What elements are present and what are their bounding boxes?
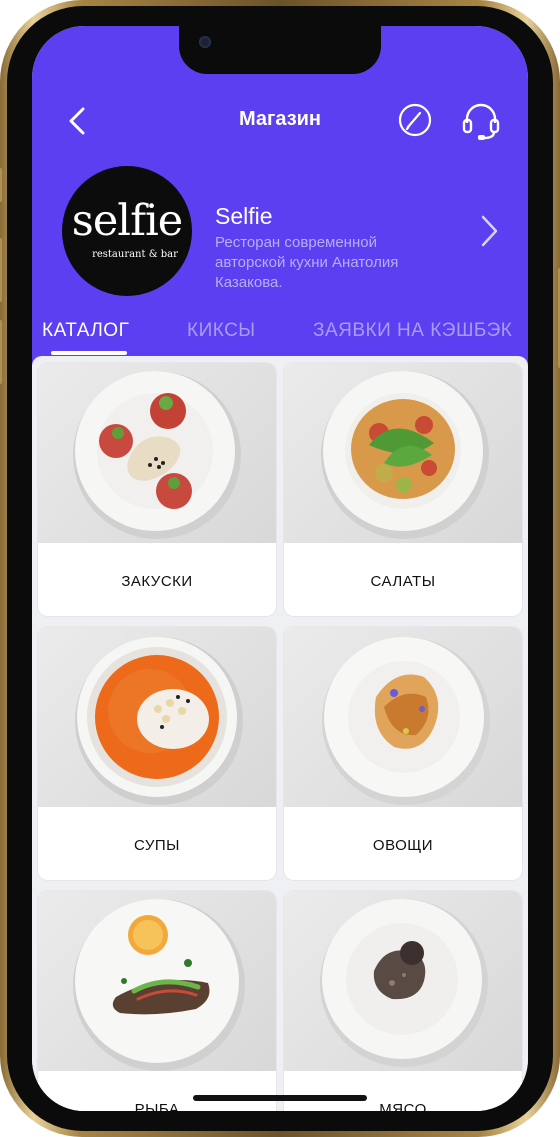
category-image — [38, 363, 276, 543]
shop-description: Ресторан современной авторской кухни Ана… — [215, 234, 399, 291]
volume-up-button — [0, 238, 2, 302]
category-image — [38, 627, 276, 807]
tab-kicks[interactable]: КИКСЫ — [187, 320, 256, 342]
shop-name: Selfie — [215, 203, 273, 229]
category-card-meat[interactable]: МЯСО — [284, 891, 522, 1111]
tab-catalog[interactable]: КАТАЛОГ — [42, 320, 129, 342]
screen: Магазин selfie restaurant & bar Selfie Р… — [32, 26, 528, 1111]
mute-switch — [0, 168, 2, 202]
chevron-right-icon — [481, 215, 498, 247]
shop-details-button[interactable] — [478, 213, 500, 249]
camera — [199, 36, 211, 48]
category-grid: ЗАКУСКИ САЛАТЫ СУПЫ ОВОЩИ РЫБА МЯСО — [32, 356, 528, 1111]
category-label: ОВОЩИ — [372, 837, 434, 854]
category-label: САЛАТЫ — [370, 573, 436, 590]
phone-frame: Магазин selfie restaurant & bar Selfie Р… — [0, 0, 560, 1137]
category-card-soups[interactable]: СУПЫ — [38, 627, 276, 880]
category-card-salads[interactable]: САЛАТЫ — [284, 363, 522, 616]
category-card-vegetables[interactable]: ОВОЩИ — [284, 627, 522, 880]
category-card-fish[interactable]: РЫБА — [38, 891, 276, 1111]
category-image — [284, 627, 522, 807]
tab-bar: КАТАЛОГ КИКСЫ ЗАЯВКИ НА КЭШБЭК — [32, 316, 528, 355]
home-indicator[interactable] — [193, 1095, 367, 1101]
pencil-circle-icon — [398, 103, 432, 137]
active-tab-indicator — [51, 351, 127, 355]
category-card-appetizers[interactable]: ЗАКУСКИ — [38, 363, 276, 616]
headset-icon — [462, 103, 500, 140]
edit-button[interactable] — [398, 103, 432, 137]
shop-logo: selfie restaurant & bar — [62, 166, 192, 296]
category-image — [284, 891, 522, 1071]
notch — [179, 26, 381, 74]
category-label: СУПЫ — [134, 837, 180, 854]
tab-cashback-requests[interactable]: ЗАЯВКИ НА КЭШБЭК — [313, 320, 512, 342]
page-title: Магазин — [238, 108, 322, 130]
shop-header: Магазин selfie restaurant & bar Selfie Р… — [32, 26, 528, 366]
category-image — [38, 891, 276, 1071]
category-image — [284, 363, 522, 543]
logo-subtitle: restaurant & bar — [92, 249, 178, 260]
logo-wordmark: selfie — [71, 196, 183, 246]
volume-down-button — [0, 320, 2, 384]
category-label: РЫБА — [134, 1101, 180, 1111]
support-button[interactable] — [460, 101, 502, 141]
category-label: ЗАКУСКИ — [121, 573, 193, 590]
category-label: МЯСО — [379, 1101, 427, 1111]
